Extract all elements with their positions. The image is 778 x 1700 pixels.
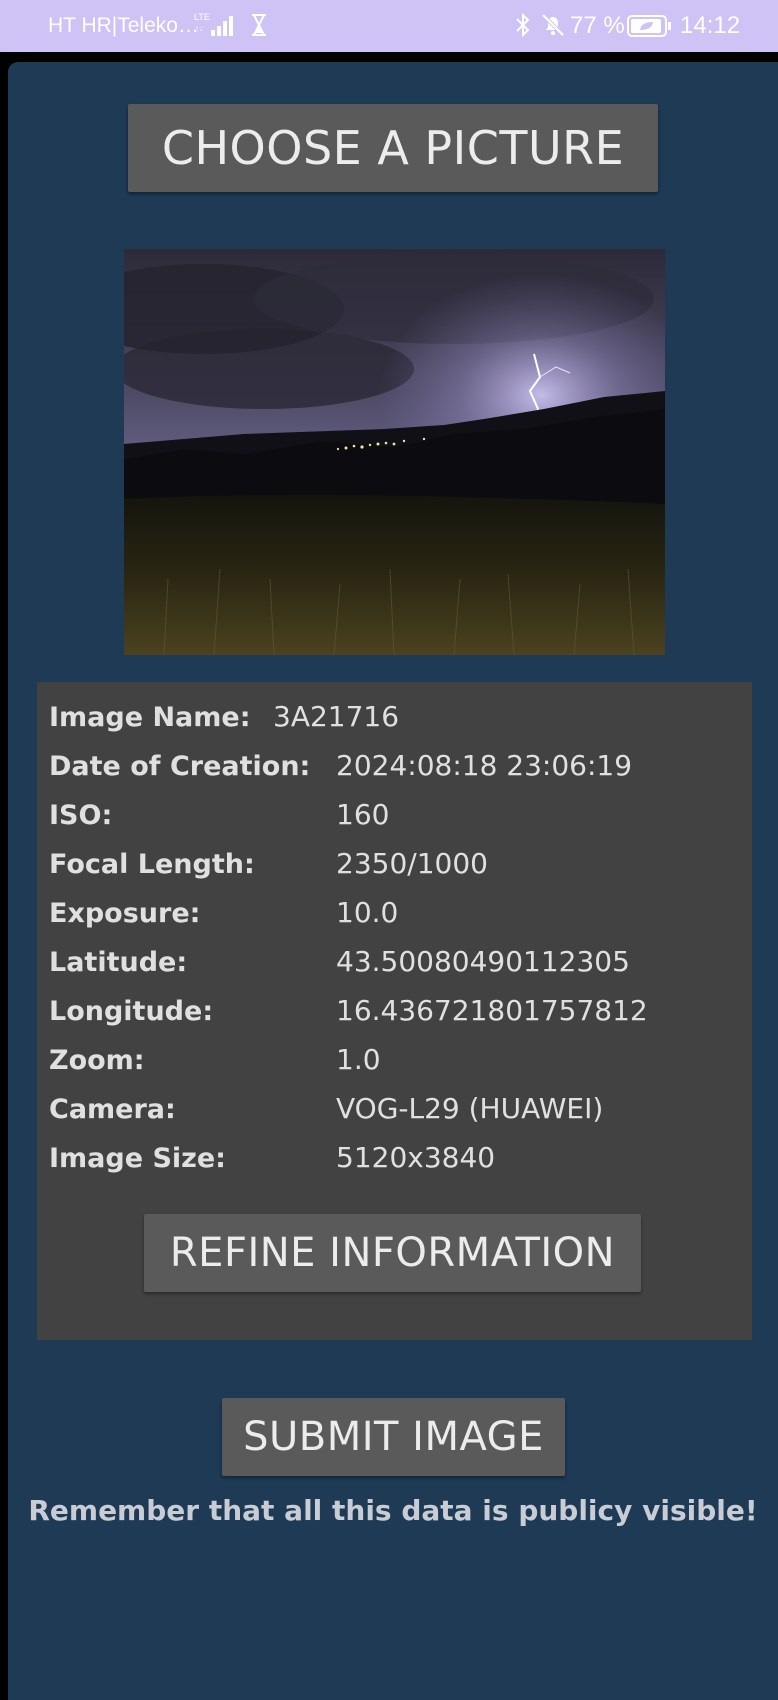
public-visibility-notice: Remember that all this data is publicy v… bbox=[28, 1494, 758, 1527]
svg-text:↑↓: ↑↓ bbox=[195, 24, 203, 33]
info-label: Zoom: bbox=[49, 1045, 145, 1076]
signal-strength-icon: LTE ↑↓ bbox=[194, 12, 233, 36]
info-value: 2350/1000 bbox=[336, 847, 488, 880]
carrier-name: HT HR|Teleko… bbox=[48, 14, 199, 37]
info-label: Image Name: bbox=[49, 702, 251, 733]
network-type-label: LTE bbox=[194, 12, 210, 22]
info-value: 1.0 bbox=[336, 1043, 381, 1076]
app-screen: CHOOSE A PICTURE Image Name: 3A21716 Dat… bbox=[8, 62, 778, 1700]
info-label: Longitude: bbox=[49, 996, 214, 1027]
bluetooth-icon bbox=[516, 12, 530, 38]
battery-percent: 77 % bbox=[570, 12, 625, 39]
choose-picture-button[interactable]: CHOOSE A PICTURE bbox=[128, 104, 658, 192]
image-info-panel: Image Name: 3A21716 Date of Creation: 20… bbox=[37, 682, 752, 1340]
muted-bell-icon bbox=[541, 13, 565, 37]
battery-icon bbox=[627, 15, 671, 37]
info-value: 3A21716 bbox=[273, 700, 400, 733]
info-label: Exposure: bbox=[49, 898, 201, 929]
info-value: 16.436721801757812 bbox=[336, 994, 648, 1027]
info-value: 10.0 bbox=[336, 896, 399, 929]
info-label: Image Size: bbox=[49, 1143, 226, 1174]
info-value: VOG-L29 (HUAWEI) bbox=[336, 1092, 604, 1125]
info-value: 2024:08:18 23:06:19 bbox=[336, 749, 633, 782]
info-value: 43.50080490112305 bbox=[336, 945, 630, 978]
info-value: 160 bbox=[336, 798, 390, 831]
lightning-photo bbox=[124, 249, 665, 655]
info-label: Camera: bbox=[49, 1094, 176, 1125]
status-bar: HT HR|Teleko… LTE ↑↓ 77 % 14:12 bbox=[0, 0, 778, 52]
hourglass-icon bbox=[252, 14, 266, 36]
info-value: 5120x3840 bbox=[336, 1141, 496, 1174]
refine-information-button[interactable]: REFINE INFORMATION bbox=[144, 1214, 641, 1292]
info-label: ISO: bbox=[49, 800, 113, 831]
info-label: Focal Length: bbox=[49, 849, 255, 880]
info-label: Latitude: bbox=[49, 947, 188, 978]
selected-photo-preview bbox=[124, 249, 665, 655]
submit-image-button[interactable]: SUBMIT IMAGE bbox=[222, 1398, 565, 1476]
info-label: Date of Creation: bbox=[49, 751, 311, 782]
clock: 14:12 bbox=[680, 12, 741, 39]
